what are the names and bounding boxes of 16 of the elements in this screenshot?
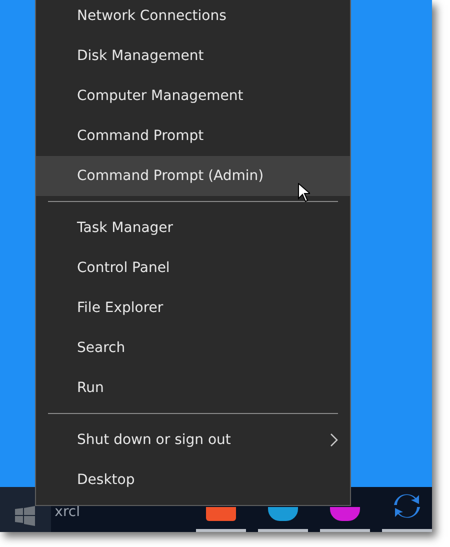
menu-item[interactable]: Disk Management	[36, 36, 350, 76]
menu-item[interactable]: Desktop	[36, 460, 350, 500]
menu-item[interactable]: File Explorer	[36, 288, 350, 328]
menu-item[interactable]: Network Connections	[36, 0, 350, 36]
menu-item[interactable]: Command Prompt	[36, 116, 350, 156]
menu-item[interactable]: Computer Management	[36, 76, 350, 116]
menu-item[interactable]: Search	[36, 328, 350, 368]
chevron-right-icon	[330, 433, 338, 447]
menu-item[interactable]: Task Manager	[36, 208, 350, 248]
mouse-cursor-icon	[298, 183, 310, 202]
menu-item[interactable]: Shut down or sign out	[36, 420, 350, 460]
taskbar-app[interactable]	[382, 491, 432, 532]
menu-item[interactable]: Run	[36, 368, 350, 408]
menu-item[interactable]: Control Panel	[36, 248, 350, 288]
search-text: xrcl	[54, 504, 80, 520]
windows-logo-icon	[15, 506, 36, 526]
